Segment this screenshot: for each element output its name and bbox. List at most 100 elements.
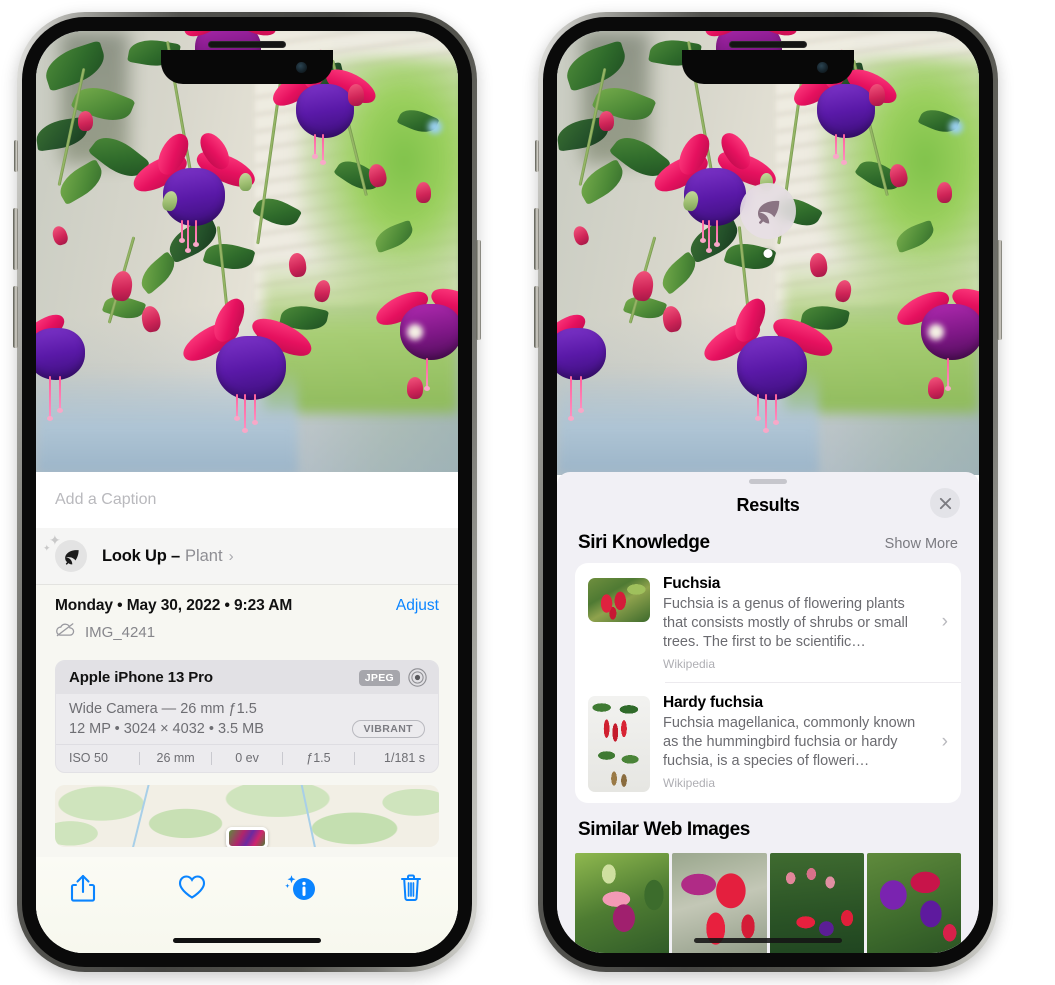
photo-bud	[928, 377, 945, 400]
siri-knowledge-section-header: Siri Knowledge Show More	[557, 526, 979, 563]
knowledge-thumbnail	[588, 695, 650, 792]
volume-up-button[interactable]	[13, 208, 18, 270]
adjust-button[interactable]: Adjust	[396, 597, 439, 615]
aperture-ring-icon[interactable]	[408, 668, 427, 687]
exif-exposure: 0 ev	[235, 751, 259, 765]
list-item[interactable]: Fuchsia Fuchsia is a genus of flowering …	[575, 563, 961, 682]
exif-header: Apple iPhone 13 Pro JPEG	[56, 661, 438, 694]
photo-bud	[869, 84, 886, 107]
sheet-title: Results	[736, 494, 800, 515]
favorite-button[interactable]	[169, 873, 215, 901]
chevron-right-icon: ›	[941, 611, 948, 633]
knowledge-title: Fuchsia	[663, 575, 721, 592]
photo-bud	[407, 377, 424, 400]
look-up-label: Look Up –	[102, 546, 180, 565]
photo-bud	[348, 84, 365, 107]
chevron-right-icon: ›	[228, 547, 234, 565]
home-indicator[interactable]	[694, 938, 842, 943]
exif-iso: ISO 50	[69, 751, 108, 765]
power-button[interactable]	[476, 240, 481, 340]
visual-look-up-anchor-dot	[763, 249, 773, 258]
exif-card[interactable]: Apple iPhone 13 Pro JPEG Wide Camera — 2…	[55, 660, 439, 773]
photo-date: Monday • May 30, 2022 • 9:23 AM	[55, 597, 293, 614]
front-camera-icon	[817, 62, 828, 73]
web-image-thumbnail[interactable]	[575, 852, 670, 953]
photographic-style-badge: VIBRANT	[351, 720, 425, 738]
photo-fuchsia-blossom	[128, 127, 267, 258]
similar-web-images-section-header: Similar Web Images	[557, 803, 979, 845]
close-button[interactable]	[930, 488, 960, 518]
share-button[interactable]	[60, 873, 106, 903]
delete-button[interactable]	[388, 873, 434, 903]
exif-shot-settings: ISO 50 26 mm 0 ev ƒ1.5 1/181 s	[56, 744, 438, 772]
cloud-slash-icon	[55, 622, 76, 642]
knowledge-text: Fuchsia Fuchsia is a genus of flowering …	[663, 575, 948, 671]
earpiece-speaker	[729, 41, 807, 48]
location-map-thumbnail[interactable]	[55, 785, 439, 847]
leaf-icon	[758, 200, 780, 224]
caption-field[interactable]: Add a Caption	[36, 472, 458, 528]
show-more-button[interactable]: Show More	[885, 536, 958, 552]
web-image-thumbnail[interactable]	[866, 852, 961, 953]
phone-screen-left: Add a Caption ✦ ✦ Look Up – Plant › Mond…	[36, 31, 458, 953]
knowledge-title: Hardy fuchsia	[663, 693, 763, 711]
photo-bud	[415, 181, 431, 203]
chevron-right-icon: ›	[941, 731, 948, 753]
photo-bud	[238, 173, 252, 192]
sheet-header: Results	[557, 484, 979, 526]
silence-switch[interactable]	[14, 140, 18, 172]
photo-fuchsia-blossom	[893, 280, 979, 400]
list-item[interactable]: Hardy fuchsia Fuchsia magellanica, commo…	[575, 681, 961, 803]
home-indicator[interactable]	[173, 938, 321, 943]
volume-up-button[interactable]	[534, 208, 539, 270]
photo-fuchsia-blossom	[372, 280, 458, 400]
photo-info-panel: Add a Caption ✦ ✦ Look Up – Plant › Mond…	[36, 472, 458, 953]
screenshot-stage: Add a Caption ✦ ✦ Look Up – Plant › Mond…	[0, 0, 1055, 985]
iphone-right-visual-lookup-results: Results Siri Knowledge Show More Fuchsia…	[534, 12, 1002, 972]
photo-bud	[936, 181, 952, 203]
knowledge-description: Fuchsia is a genus of flowering plants t…	[663, 596, 908, 650]
leaf-icon: ✦ ✦	[43, 533, 87, 572]
phone-screen-right: Results Siri Knowledge Show More Fuchsia…	[557, 31, 979, 953]
photo-fuchsia-blossom	[698, 294, 849, 446]
camera-device: Apple iPhone 13 Pro	[69, 669, 213, 686]
exif-aperture: ƒ1.5	[306, 751, 331, 765]
look-up-row[interactable]: ✦ ✦ Look Up – Plant ›	[36, 528, 458, 585]
photo-specs: 12 MP • 3024 × 4032 • 3.5 MB	[69, 721, 264, 737]
section-title: Similar Web Images	[578, 818, 750, 840]
close-icon	[939, 497, 951, 509]
front-camera-icon	[296, 62, 307, 73]
look-up-label-group: Look Up – Plant ›	[102, 547, 234, 566]
photo-fuchsia-blossom	[177, 294, 328, 446]
power-button[interactable]	[997, 240, 1002, 340]
look-up-subject: Plant	[184, 546, 223, 565]
knowledge-source: Wikipedia	[663, 775, 716, 790]
info-button[interactable]	[279, 873, 325, 903]
knowledge-thumbnail	[588, 578, 650, 622]
results-sheet: Results Siri Knowledge Show More Fuchsia…	[557, 472, 979, 953]
map-photo-pin[interactable]	[226, 827, 268, 847]
exif-focal: 26 mm	[156, 751, 195, 765]
visual-look-up-badge[interactable]	[740, 183, 796, 239]
camera-lens: Wide Camera — 26 mm ƒ1.5	[69, 701, 257, 717]
silence-switch[interactable]	[535, 140, 539, 172]
siri-knowledge-card-group: Fuchsia Fuchsia is a genus of flowering …	[575, 563, 961, 803]
knowledge-source: Wikipedia	[663, 656, 716, 671]
photo-viewer[interactable]	[36, 31, 458, 475]
knowledge-text: Hardy fuchsia Fuchsia magellanica, commo…	[663, 694, 948, 792]
photo-fuchsia-blossom	[36, 306, 129, 426]
notch	[682, 41, 854, 84]
exif-body: Wide Camera — 26 mm ƒ1.5 12 MP • 3024 × …	[56, 694, 438, 744]
format-badge: JPEG	[358, 669, 400, 686]
notch	[161, 41, 333, 84]
volume-down-button[interactable]	[13, 286, 18, 348]
iphone-left-photo-detail: Add a Caption ✦ ✦ Look Up – Plant › Mond…	[13, 12, 481, 972]
knowledge-description: Fuchsia magellanica, commonly known as t…	[663, 714, 916, 769]
photo-filename: IMG_4241	[85, 623, 156, 641]
earpiece-speaker	[208, 41, 286, 48]
photo-bud	[599, 110, 615, 131]
exif-shutter: 1/181 s	[384, 751, 426, 765]
photo-bud	[78, 110, 94, 131]
caption-placeholder: Add a Caption	[55, 491, 157, 508]
volume-down-button[interactable]	[534, 286, 539, 348]
